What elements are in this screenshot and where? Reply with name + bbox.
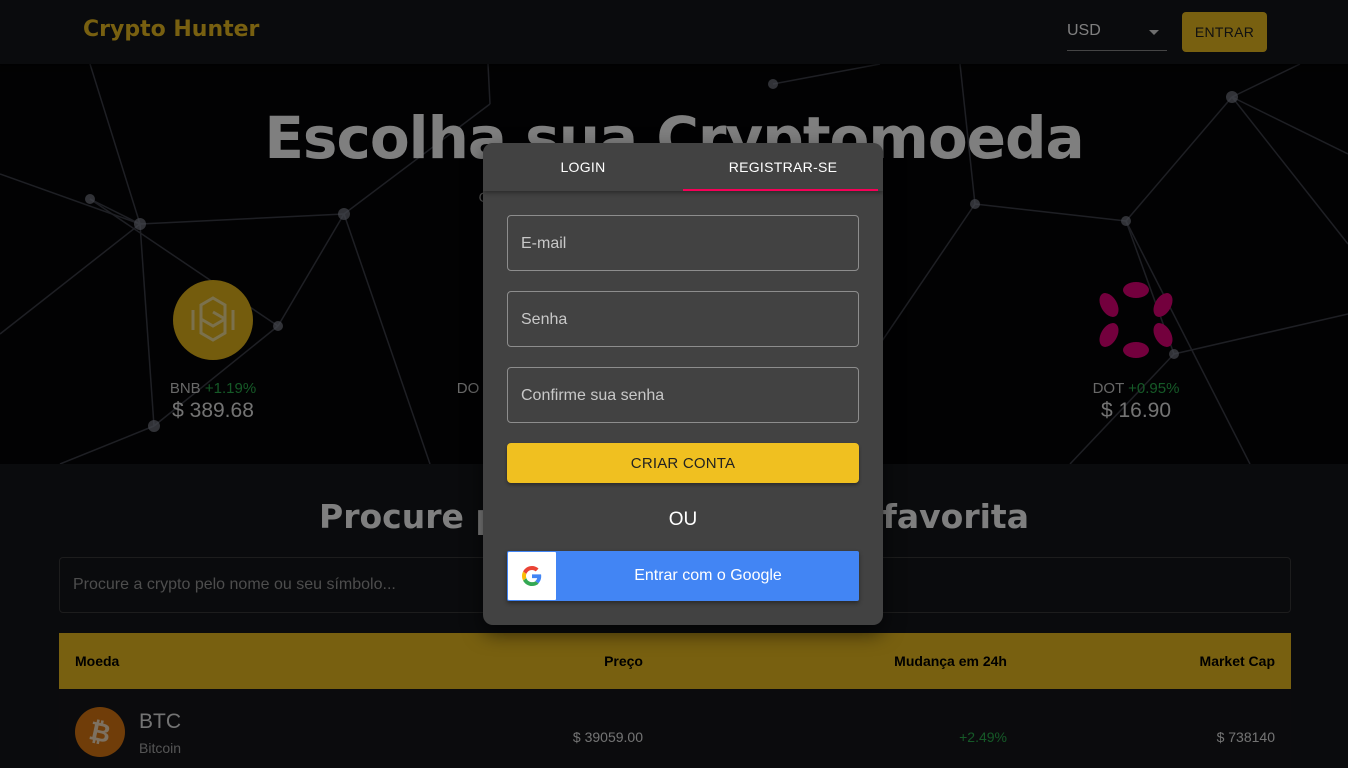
create-account-button[interactable]: CRIAR CONTA <box>507 443 859 483</box>
google-button-label: Entrar com o Google <box>634 567 782 584</box>
confirm-password-placeholder: Confirme sua senha <box>521 387 665 404</box>
password-placeholder: Senha <box>521 311 568 328</box>
email-field[interactable]: E-mail <box>507 215 859 271</box>
confirm-password-field[interactable]: Confirme sua senha <box>507 367 859 423</box>
auth-modal: LOGIN REGISTRAR-SE E-mail Senha Confirme… <box>483 143 883 625</box>
email-placeholder: E-mail <box>521 235 567 252</box>
password-field[interactable]: Senha <box>507 291 859 347</box>
google-icon <box>508 552 556 600</box>
or-divider: OU <box>668 509 698 530</box>
page: Crypto Hunter USD ENTRAR <box>0 0 1348 768</box>
auth-tabs: LOGIN REGISTRAR-SE <box>483 143 883 191</box>
tab-login[interactable]: LOGIN <box>483 143 683 191</box>
google-signin-button[interactable]: Entrar com o Google <box>507 551 859 601</box>
active-tab-indicator <box>683 189 878 191</box>
tab-register[interactable]: REGISTRAR-SE <box>683 143 883 191</box>
